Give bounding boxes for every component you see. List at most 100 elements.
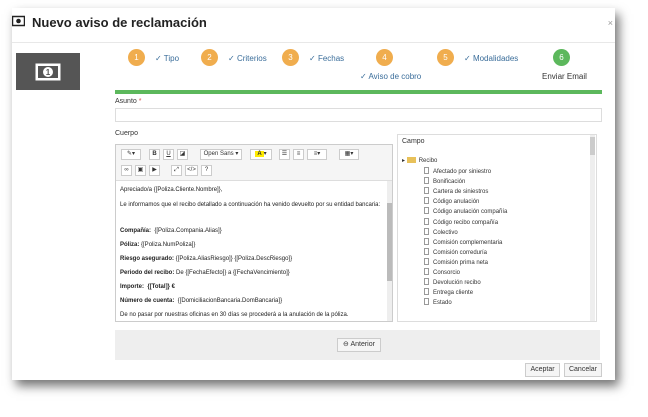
body-line-poliza: Póliza: {[Poliza.NumPoliza]} [120,242,196,248]
title-separator [12,42,615,43]
tree-item[interactable]: Entrega cliente [424,288,473,296]
tree-item[interactable]: Estado [424,298,452,306]
check-icon: ✓ [360,72,367,81]
link-button[interactable]: ∞ [121,165,132,176]
editor-scrollbar-thumb[interactable] [387,203,392,281]
tree-item[interactable]: Comisión correduría [424,247,488,256]
tree-item-label: Código recibo compañía [433,219,499,226]
dialog: Nuevo aviso de reclamación × 1 1 ✓ Tipo … [12,8,615,380]
ordered-list-button[interactable]: ≡ [293,149,304,160]
tree-item[interactable]: Devolución recibo [424,278,481,286]
link-icon: ∞ [124,167,129,173]
image-button[interactable]: ▣ [135,165,146,176]
tree-item-label: Código anulación compañía [433,209,508,216]
tree-item[interactable]: Afectado por siniestro [424,167,491,175]
step-4-circle[interactable]: 4 [376,49,393,66]
fullscreen-button[interactable]: ⤢ [171,165,182,176]
arrow-left-icon: ⊖ [343,341,349,348]
code-view-button[interactable]: </> [185,165,198,176]
eraser-icon: ◪ [179,151,186,157]
document-icon [424,278,429,286]
document-icon [424,207,429,215]
cuerpo-label: Cuerpo [115,130,138,137]
body-line-greeting: Apreciado/a {[Poliza.Cliente.Nombre]}, [120,187,223,193]
step-1-circle[interactable]: 1 [128,49,145,66]
unordered-list-button[interactable]: ☰ [279,149,290,160]
step-6-label[interactable]: Enviar Email [542,72,587,81]
tree-item[interactable]: Consorcio [424,268,460,276]
tree-item-label: Bonificación [433,179,466,186]
wizard-progress-bar [115,90,602,94]
code-icon: </> [187,167,196,173]
document-icon [424,247,429,255]
document-icon [424,298,429,306]
step-4-label[interactable]: ✓ Aviso de cobro [360,72,421,81]
wizard-steps: 1 ✓ Tipo 2 ✓ Criterios 3 ✓ Fechas 4 ✓ Av… [12,48,615,88]
eraser-button[interactable]: ◪ [177,149,188,160]
rich-text-editor: ✎▾ B U ◪ Open Sans ▾ A ▾ ☰ ≡ ≡▾ ▦▾ ∞ ▣ ▶ … [115,144,393,322]
aceptar-button[interactable]: Aceptar [525,363,560,377]
tree-item-label: Comisión correduría [433,249,488,256]
dialog-title: Nuevo aviso de reclamación [32,15,207,30]
help-button[interactable]: ? [201,165,212,176]
document-icon [424,227,429,235]
tree-item[interactable]: Código recibo compañía [424,217,499,226]
body-line-closing: De no pasar por nuestras oficinas en 30 … [120,312,349,318]
underline-button[interactable]: U [163,149,174,160]
editor-toolbar: ✎▾ B U ◪ Open Sans ▾ A ▾ ☰ ≡ ≡▾ ▦▾ ∞ ▣ ▶ … [116,145,392,181]
document-icon [424,288,429,296]
video-icon: ▶ [152,167,157,173]
tree-item-label: Afectado por siniestro [433,169,492,175]
step-5-label[interactable]: ✓ Modalidades [464,54,518,63]
tree-item-label: Colectivo [433,229,458,236]
tree-item[interactable]: Cartera de siniestros [424,187,488,195]
cancelar-button[interactable]: Cancelar [564,363,602,377]
document-icon [424,237,429,245]
check-icon: ✓ [464,54,471,63]
tree-item[interactable]: Código anulación compañía [424,207,507,215]
tree-scrollbar-thumb[interactable] [590,137,595,155]
style-dropdown[interactable]: ✎▾ [121,149,141,160]
document-icon [424,197,429,205]
step-2-label[interactable]: ✓ Criterios [228,54,267,63]
tree-root-recibo[interactable]: ▸ Recibo [402,157,437,164]
expand-icon[interactable]: ▸ [402,158,405,164]
text-color-icon: A [255,151,264,157]
bold-button[interactable]: B [149,149,160,160]
step-5-circle[interactable]: 5 [437,49,454,66]
step-3-label[interactable]: ✓ Fechas [309,54,344,63]
close-icon[interactable]: × [608,18,613,28]
font-name-dropdown[interactable]: Open Sans ▾ [200,149,242,160]
list-icon: ☰ [281,151,288,157]
step-2-circle[interactable]: 2 [201,49,218,66]
check-icon: ✓ [228,54,235,63]
color-dropdown[interactable]: A ▾ [250,149,272,160]
tree-item-label: Consorcio [433,270,461,276]
tree-item[interactable]: Bonificación [424,177,465,185]
body-line-importe: Importe: {[Total]} € [120,284,175,290]
tree-item[interactable]: Comisión complementaria [424,237,502,246]
fullscreen-icon: ⤢ [174,167,179,173]
step-3-circle[interactable]: 3 [282,49,299,66]
tree-item-label: Entrega cliente [433,290,474,297]
document-icon [424,167,429,174]
table-dropdown[interactable]: ▦▾ [339,149,359,160]
image-icon: ▣ [137,167,144,173]
step-1-label[interactable]: ✓ Tipo [155,54,179,63]
tree-item-label: Comisión prima neta [433,259,489,266]
tree-item[interactable]: Comisión prima neta [424,257,489,266]
tree-scrollbar[interactable] [590,135,595,321]
ordered-list-icon: ≡ [296,151,301,157]
money-icon [12,15,25,27]
paragraph-dropdown[interactable]: ≡▾ [307,149,327,160]
anterior-button[interactable]: ⊖ Anterior [337,338,381,352]
document-icon [424,177,429,185]
step-6-circle[interactable]: 6 [553,49,570,66]
asunto-input[interactable] [115,108,602,122]
tree-item[interactable]: Colectivo [424,227,458,236]
video-button[interactable]: ▶ [149,165,160,176]
tree-item[interactable]: Código anulación [424,197,479,205]
body-line-intro: Le informamos que el recibo detallado a … [120,202,381,208]
document-icon [424,217,429,225]
tree-item-label: Devolución recibo [433,280,481,287]
